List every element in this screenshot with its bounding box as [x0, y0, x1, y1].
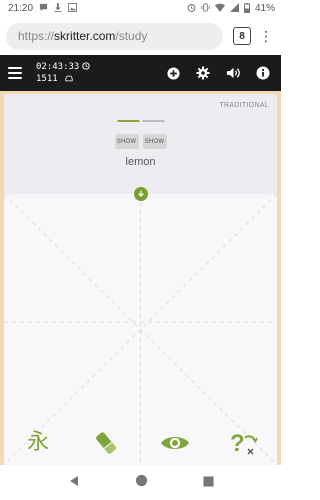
browser-bar: https://skritter.com/study 8 ⋮ — [0, 17, 281, 55]
car-icon — [65, 75, 73, 84]
study-tools: 永 ? — [4, 425, 277, 461]
progress-segment — [142, 120, 164, 122]
reveal-eye-icon[interactable] — [160, 428, 190, 458]
session-stats: 02:43:33 1511 — [36, 61, 91, 85]
home-icon[interactable] — [135, 474, 148, 492]
back-icon[interactable] — [68, 474, 80, 492]
study-card: TRADITIONAL SHOW SHOW lemon 永 ? — [3, 94, 278, 466]
expand-arrow-icon[interactable] — [133, 187, 148, 201]
signal-icon — [229, 3, 239, 14]
clock-icon — [82, 62, 91, 72]
show-buttons: SHOW SHOW — [114, 134, 167, 149]
download-icon — [54, 3, 62, 14]
stroke-order-icon[interactable]: 永 — [23, 428, 53, 458]
definition-text: lemon — [125, 156, 156, 168]
settings-icon[interactable] — [195, 65, 211, 81]
app-toolbar: 02:43:33 1511 — [0, 55, 281, 91]
battery-icon — [243, 2, 250, 15]
status-bar: 21:20 41% — [0, 0, 281, 17]
url-scheme: https:// — [18, 29, 55, 43]
writing-mode-label: TRADITIONAL — [219, 102, 269, 109]
add-icon[interactable] — [165, 65, 181, 81]
info-icon[interactable] — [255, 65, 271, 81]
url-path: /study — [115, 29, 148, 43]
menu-icon[interactable] — [8, 67, 22, 79]
status-time: 21:20 — [8, 3, 34, 14]
address-bar[interactable]: https://skritter.com/study — [6, 22, 223, 50]
tab-switcher-button[interactable]: 8 — [233, 27, 251, 45]
chat-bubble-icon — [39, 3, 48, 14]
hint-icon[interactable]: ? — [228, 428, 258, 458]
prompt-area: TRADITIONAL SHOW SHOW lemon — [4, 94, 277, 194]
wifi-icon — [214, 3, 225, 14]
battery-percent: 41% — [254, 3, 275, 14]
image-icon — [68, 3, 78, 14]
system-nav-bar — [0, 465, 281, 500]
progress-indicator — [117, 120, 164, 122]
svg-text:?: ? — [230, 430, 245, 457]
alarm-icon — [187, 3, 196, 14]
study-timer: 02:43:33 — [36, 62, 80, 72]
study-frame: TRADITIONAL SHOW SHOW lemon 永 ? — [0, 91, 281, 466]
stroke-order-glyph: 永 — [27, 430, 50, 455]
progress-segment — [117, 120, 139, 122]
volume-icon[interactable] — [225, 65, 241, 81]
review-count: 1511 — [36, 74, 58, 84]
recents-icon[interactable] — [202, 474, 214, 492]
eraser-icon[interactable] — [91, 428, 121, 458]
url-domain: skritter.com — [54, 29, 116, 43]
show-reading-button[interactable]: SHOW — [114, 134, 139, 149]
vibrate-icon — [201, 3, 210, 14]
show-tone-button[interactable]: SHOW — [142, 134, 167, 149]
browser-menu-icon[interactable]: ⋮ — [257, 29, 275, 43]
